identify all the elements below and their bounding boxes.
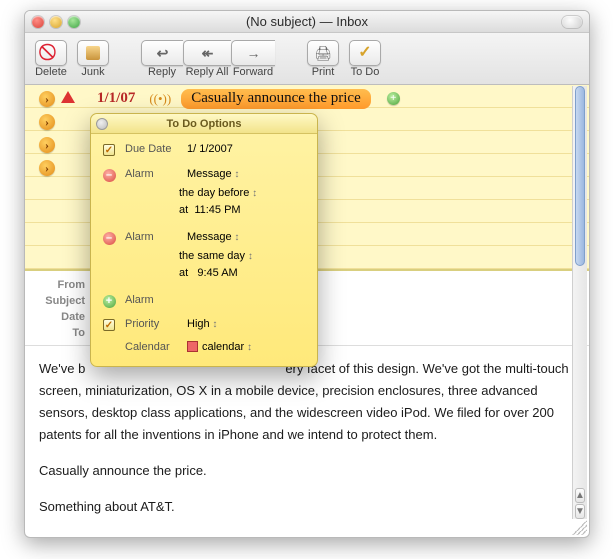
calendar-row: Calendar calendar bbox=[101, 338, 307, 356]
alarm-offset-select[interactable]: the same day bbox=[179, 248, 307, 265]
calendar-color-swatch bbox=[187, 341, 198, 352]
alarm-label: Alarm bbox=[125, 294, 179, 306]
alarm-icon: ((•)) bbox=[149, 91, 171, 107]
todo-disc-icon[interactable]: › bbox=[39, 160, 55, 176]
popover-title: To Do Options bbox=[167, 118, 242, 130]
printer-icon: 🖨 bbox=[314, 46, 332, 60]
alarm-type-select[interactable]: Message bbox=[187, 231, 307, 243]
add-todo-icon[interactable]: + bbox=[387, 92, 400, 105]
reply-all-label: Reply All bbox=[186, 66, 229, 78]
alarm-time-row: at 9:45 AM bbox=[179, 265, 307, 281]
forward-icon: → bbox=[247, 46, 261, 60]
forward-label: Forward bbox=[233, 66, 273, 78]
todo-row[interactable]: › 1/1/07 ((•)) Casually announce the pri… bbox=[25, 87, 589, 110]
body-paragraph: Casually announce the price. bbox=[39, 460, 575, 482]
priority-label: Priority bbox=[125, 318, 179, 330]
calendar-label: Calendar bbox=[125, 341, 179, 353]
scrollbar-thumb[interactable] bbox=[575, 86, 585, 266]
remove-alarm-button[interactable]: – bbox=[103, 232, 116, 245]
todo-disc-icon[interactable]: › bbox=[39, 114, 55, 130]
reply-label: Reply bbox=[148, 66, 176, 78]
due-date-label: Due Date bbox=[125, 143, 179, 155]
date-label: Date bbox=[35, 309, 85, 325]
delete-label: Delete bbox=[35, 66, 67, 78]
alert-icon bbox=[61, 91, 75, 103]
add-alarm-button[interactable]: + bbox=[103, 295, 116, 308]
alarm-time-row: at 11:45 PM bbox=[179, 202, 307, 218]
from-label: From bbox=[35, 277, 85, 293]
alarm-row: – Alarm Message bbox=[101, 228, 307, 248]
todo-disc-icon[interactable]: › bbox=[39, 137, 55, 153]
remove-alarm-button[interactable]: – bbox=[103, 169, 116, 182]
junk-label: Junk bbox=[81, 66, 104, 78]
scroll-down-button[interactable]: ▼ bbox=[575, 504, 585, 519]
todo-options-popover: To Do Options ✓ Due Date 1/ 1/2007 – Ala… bbox=[90, 113, 318, 367]
junk-icon bbox=[86, 46, 100, 60]
todo-disc-icon[interactable]: › bbox=[39, 91, 55, 107]
titlebar: (No subject) — Inbox bbox=[25, 11, 589, 33]
todo-title: Casually announce the price bbox=[181, 89, 371, 109]
priority-row: ✓ Priority High bbox=[101, 315, 307, 334]
message-body: We've bery facet of this design. We've g… bbox=[25, 346, 589, 530]
reply-segment: ↩ Reply ↞ Reply All → Forward bbox=[141, 40, 275, 78]
popover-close-button[interactable] bbox=[96, 118, 108, 130]
junk-button[interactable]: Junk bbox=[77, 40, 109, 78]
print-label: Print bbox=[312, 66, 335, 78]
print-button[interactable]: 🖨 Print bbox=[307, 40, 339, 78]
due-date-row: ✓ Due Date 1/ 1/2007 bbox=[101, 140, 307, 159]
reply-all-button[interactable]: ↞ Reply All bbox=[183, 40, 231, 78]
priority-select[interactable]: High bbox=[187, 318, 307, 330]
calendar-select[interactable]: calendar bbox=[187, 341, 307, 353]
priority-checkbox[interactable]: ✓ bbox=[103, 319, 115, 331]
alarm-offset-select[interactable]: the day before bbox=[179, 185, 307, 202]
subject-label: Subject bbox=[35, 293, 85, 309]
todo-date: 1/1/07 bbox=[93, 90, 139, 107]
due-date-checkbox[interactable]: ✓ bbox=[103, 144, 115, 156]
alarm-time-field[interactable]: 11:45 PM bbox=[194, 204, 240, 216]
vertical-scrollbar[interactable]: ▲ ▼ bbox=[572, 86, 587, 519]
body-paragraph: Something about AT&T. bbox=[39, 496, 575, 518]
window-title: (No subject) — Inbox bbox=[25, 14, 589, 29]
check-icon: ✓ bbox=[358, 45, 371, 61]
alarm-row: – Alarm Message bbox=[101, 165, 307, 185]
alarm-label: Alarm bbox=[125, 168, 179, 180]
todo-button[interactable]: ✓ To Do bbox=[349, 40, 381, 78]
body-paragraph: We've bery facet of this design. We've g… bbox=[39, 358, 575, 446]
reply-button[interactable]: ↩ Reply bbox=[141, 40, 183, 78]
toolbar: ⃠ Delete Junk ↩ Reply ↞ Reply All → Forw… bbox=[25, 33, 589, 85]
forward-button[interactable]: → Forward bbox=[231, 40, 275, 78]
add-alarm-row: + Alarm bbox=[101, 291, 307, 311]
popover-titlebar: To Do Options bbox=[91, 114, 317, 134]
due-date-field[interactable]: 1/ 1/2007 bbox=[187, 143, 307, 155]
alarm-label: Alarm bbox=[125, 231, 179, 243]
scroll-up-button[interactable]: ▲ bbox=[575, 488, 585, 503]
reply-icon: ↩ bbox=[157, 46, 169, 60]
delete-button[interactable]: ⃠ Delete bbox=[35, 40, 67, 78]
to-label: To bbox=[35, 325, 85, 341]
resize-handle[interactable] bbox=[572, 520, 587, 535]
reply-all-icon: ↞ bbox=[202, 46, 214, 60]
alarm-time-field[interactable]: 9:45 AM bbox=[197, 267, 237, 279]
alarm-type-select[interactable]: Message bbox=[187, 168, 307, 180]
todo-label: To Do bbox=[351, 66, 380, 78]
